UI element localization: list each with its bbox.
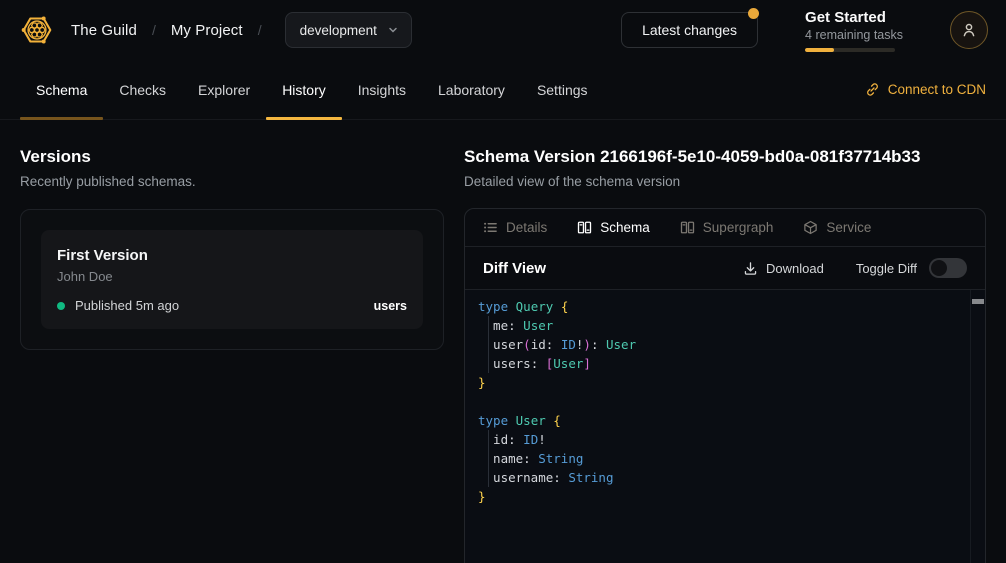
diff-toolbar: Diff View Download Toggle Diff [465,247,985,290]
latest-changes-button[interactable]: Latest changes [621,12,758,48]
person-icon [960,21,978,39]
version-detail-title: Schema Version 2166196f-5e10-4059-bd0a-0… [464,146,986,168]
code-scrollbar-track [970,290,985,563]
nav-tab-insights[interactable]: Insights [342,60,422,119]
version-service-badge: users [374,299,407,313]
version-list-item[interactable]: First Version John Doe Published 5m ago … [41,230,423,329]
main-content: Versions Recently published schemas. Fir… [0,120,1006,563]
detail-tab-label: Details [506,220,547,235]
version-detail-panel: Schema Version 2166196f-5e10-4059-bd0a-0… [464,120,1006,563]
detail-tab-label: Service [826,220,871,235]
detail-tab-supergraph[interactable]: Supergraph [680,220,774,235]
version-author: John Doe [57,268,407,286]
nav-tab-checks[interactable]: Checks [103,60,182,119]
nav-tab-schema[interactable]: Schema [20,60,103,119]
detail-tabs: Details Schema Supergr [465,209,985,247]
breadcrumb-separator: / [152,22,156,38]
code-scrollbar-thumb[interactable] [972,299,984,304]
schema-view-panel: Details Schema Supergr [464,208,986,563]
columns-icon [577,220,592,235]
environment-selector-value: development [300,23,377,38]
chevron-down-icon [387,24,399,36]
notification-dot [748,8,759,19]
breadcrumb-project[interactable]: My Project [171,22,243,39]
published-status-dot [57,302,65,310]
nav-tab-explorer[interactable]: Explorer [182,60,266,119]
toggle-diff-switch[interactable] [929,258,967,278]
diff-view-title: Diff View [483,260,546,277]
download-icon [743,261,758,276]
get-started-progress-fill [805,48,834,52]
connect-to-cdn-label: Connect to CDN [888,82,986,97]
hive-logo-icon [18,11,56,49]
get-started-subtitle: 4 remaining tasks [805,27,903,43]
toggle-diff-label: Toggle Diff [856,261,917,276]
breadcrumb-org[interactable]: The Guild [71,22,137,39]
get-started-widget[interactable]: Get Started 4 remaining tasks [805,9,903,52]
detail-tab-label: Schema [600,220,650,235]
environment-selector[interactable]: development [285,12,412,48]
versions-title: Versions [20,146,444,168]
schema-code-block: type Query { me: User user(id: ID!): Use… [465,290,985,563]
version-name: First Version [57,246,407,266]
detail-tab-label: Supergraph [703,220,774,235]
primary-nav: Schema Checks Explorer History Insights … [0,60,1006,120]
get-started-progress-bar [805,48,895,52]
connect-to-cdn-link[interactable]: Connect to CDN [865,60,986,119]
cube-icon [803,220,818,235]
nav-tab-settings[interactable]: Settings [521,60,604,119]
version-status: Published 5m ago [75,298,179,313]
download-label: Download [766,261,824,276]
code-content: type Query { me: User user(id: ID!): Use… [478,297,965,506]
link-icon [865,82,880,97]
detail-tab-service[interactable]: Service [803,220,871,235]
get-started-title: Get Started [805,9,903,27]
latest-changes-label: Latest changes [642,22,737,38]
nav-tab-history[interactable]: History [266,60,342,119]
columns-icon [680,220,695,235]
list-icon [483,220,498,235]
versions-subtitle: Recently published schemas. [20,174,444,189]
toggle-knob [931,260,947,276]
detail-tab-schema[interactable]: Schema [577,220,650,235]
app-header: The Guild / My Project / development Lat… [0,0,1006,60]
version-detail-subtitle: Detailed view of the schema version [464,174,986,189]
hive-logo[interactable] [18,11,56,49]
download-button[interactable]: Download [743,261,824,276]
versions-panel: Versions Recently published schemas. Fir… [0,120,464,563]
breadcrumb-separator: / [258,22,262,38]
versions-list: First Version John Doe Published 5m ago … [20,209,444,350]
detail-tab-details[interactable]: Details [483,220,547,235]
nav-tab-laboratory[interactable]: Laboratory [422,60,521,119]
avatar[interactable] [950,11,988,49]
